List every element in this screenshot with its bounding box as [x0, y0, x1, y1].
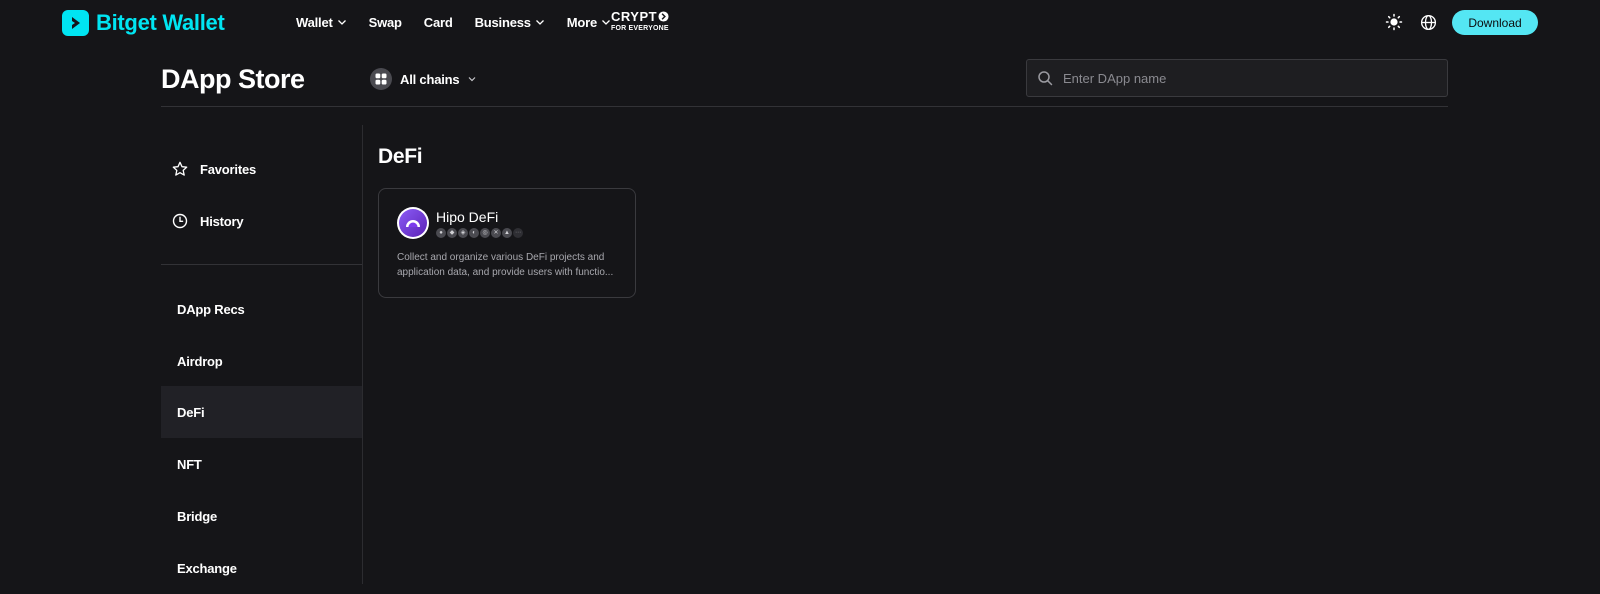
nav-item-label: Wallet [296, 14, 333, 30]
page-title: DApp Store [161, 64, 305, 94]
chain-icon-6: ✕ [491, 228, 501, 238]
sun-icon[interactable] [1385, 13, 1403, 31]
sidebar-item-label: Airdrop [177, 353, 223, 369]
crypto-for-everyone-badge[interactable]: CRYPT FOR EVERYONE [611, 10, 683, 36]
chain-icon-3: ◈ [458, 228, 468, 238]
sidebar-item-dapp-recs[interactable]: DApp Recs [161, 283, 362, 335]
crypto-badge-line1: CRYPT [611, 10, 683, 23]
nav-item-wallet[interactable]: Wallet [296, 15, 347, 30]
nav-item-label: Swap [368, 14, 402, 30]
nav-item-label: Business [474, 14, 531, 30]
arrow-circle-icon [658, 11, 669, 22]
sidebar-item-bridge[interactable]: Bridge [161, 490, 362, 542]
chain-selector[interactable]: All chains [370, 68, 477, 90]
chain-selector-label: All chains [400, 71, 460, 87]
chain-icon-2: ◆ [447, 228, 457, 238]
sidebar-item-label: Exchange [177, 560, 237, 576]
chevron-down-icon [337, 20, 346, 25]
section-title: DeFi [378, 145, 423, 168]
chevron-down-icon [468, 77, 476, 82]
sidebar-divider [161, 264, 362, 265]
sidebar-item-history[interactable]: History [172, 211, 244, 231]
dapp-card[interactable]: Hipo DeFi ● ◆ ◈ ◐ ◎ ✕ ▲ ⋯ Collect and or… [378, 188, 636, 298]
hipo-logo-icon [397, 207, 429, 239]
dapp-name: Hipo DeFi [436, 209, 499, 225]
chain-icon-5: ◎ [480, 228, 490, 238]
search-input[interactable] [1063, 70, 1423, 86]
dapp-description-line: application data, and provide users with… [397, 267, 614, 278]
more-chains-icon: ⋯ [513, 228, 523, 238]
sidebar-item-nft[interactable]: NFT [161, 438, 362, 490]
sidebar-item-label: DeFi [177, 404, 205, 420]
star-icon [172, 161, 188, 176]
sidebar-item-label: History [200, 213, 244, 229]
chevron-down-icon [602, 20, 611, 25]
chain-icon-1: ● [436, 228, 446, 238]
main-nav: Wallet Swap Card Business More [296, 0, 633, 44]
globe-icon[interactable] [1419, 13, 1437, 31]
sidebar-item-favorites[interactable]: Favorites [172, 159, 256, 179]
chain-icon-7: ▲ [502, 228, 512, 238]
nav-item-card[interactable]: Card [424, 15, 453, 30]
nav-item-more[interactable]: More [567, 15, 611, 30]
header-divider [161, 106, 1448, 107]
sidebar-border [362, 125, 363, 584]
sidebar-item-airdrop[interactable]: Airdrop [161, 335, 362, 387]
sidebar-item-defi[interactable]: DeFi [161, 386, 362, 438]
dapp-description-line: Collect and organize various DeFi projec… [397, 252, 605, 263]
sidebar-item-label: NFT [177, 456, 202, 472]
grid-icon [370, 68, 392, 90]
crypto-badge-line2: FOR EVERYONE [611, 25, 669, 32]
brand-name: Bitget Wallet [96, 10, 225, 35]
brand-logo[interactable]: Bitget Wallet [62, 10, 225, 36]
clock-icon [172, 213, 188, 229]
nav-item-label: More [566, 14, 598, 30]
search-icon [1038, 71, 1053, 86]
sidebar-item-label: Favorites [200, 161, 257, 177]
nav-item-swap[interactable]: Swap [369, 15, 402, 30]
nav-item-label: Card [423, 14, 453, 30]
sidebar-item-label: DApp Recs [177, 301, 245, 317]
crypto-badge-text: CRYPT [611, 9, 658, 24]
sidebar-item-exchange[interactable]: Exchange [161, 542, 362, 594]
dapp-description: Collect and organize various DeFi projec… [397, 250, 621, 280]
play-chevron-icon [62, 10, 89, 36]
supported-chains: ● ◆ ◈ ◐ ◎ ✕ ▲ ⋯ [436, 228, 523, 238]
top-navigation-bar: Bitget Wallet Wallet Swap Card Business … [0, 0, 1600, 44]
chain-icon-4: ◐ [469, 228, 479, 238]
sidebar-item-label: Bridge [177, 508, 217, 524]
search-box[interactable] [1026, 59, 1448, 97]
download-button[interactable]: Download [1452, 10, 1538, 35]
chevron-down-icon [535, 20, 544, 25]
nav-item-business[interactable]: Business [475, 15, 545, 30]
